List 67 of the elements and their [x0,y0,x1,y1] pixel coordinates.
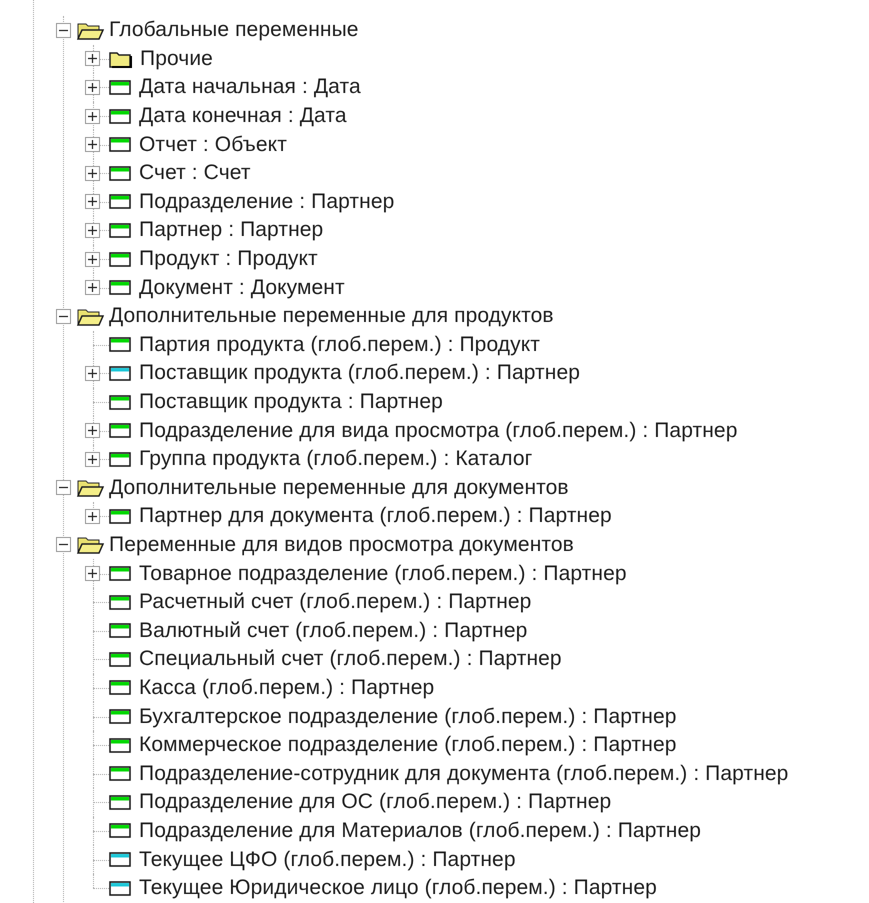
tree-item-label[interactable]: Отчет : Объект [139,132,287,157]
expand-button[interactable] [85,222,100,238]
expand-button[interactable] [85,452,100,467]
tree-item-label[interactable]: Партнер для документа (глоб.перем.) : Партнер [139,504,612,528]
expand-button[interactable] [85,508,100,524]
tree-item-label[interactable]: Подразделение для ОС (глоб.перем.) : Партнер [139,790,612,814]
tree-item-label[interactable]: Дополнительные переменные для документов [109,476,569,500]
open-folder-icon [77,20,104,40]
tree-item-label[interactable]: Счет : Счет [139,161,251,186]
expand-button[interactable] [85,366,100,381]
plus-icon [88,368,97,378]
plus-icon [88,140,97,150]
plus-icon [88,197,97,206]
tree-item-label[interactable]: Валютный счет (глоб.перем.) : Партнер [139,618,528,643]
expand-button[interactable] [85,252,100,267]
expand-button[interactable] [85,280,100,296]
collapse-button[interactable] [56,22,71,38]
tree-item-label[interactable]: Текущее Юридическое лицо (глоб.перем.) : Партнер [139,876,657,900]
tree-item-label[interactable]: Коммерческое подразделение (глоб.перем.) : Партнер [139,733,677,758]
tree-item-label[interactable]: Поставщик продукта : Партнер [139,390,443,414]
plus-icon [88,569,97,578]
open-folder-icon [77,535,104,554]
expand-button[interactable] [85,108,100,124]
tree-item-label[interactable]: Партия продукта (глоб.перем.) : Продукт [139,332,540,357]
plus-icon [88,454,97,464]
tree-item-label[interactable]: Глобальные переменные [109,18,359,42]
plus-icon [88,426,97,436]
tree-item-label[interactable]: Специальный счет (глоб.перем.) : Партнер [139,647,562,672]
expand-button[interactable] [85,423,100,438]
plus-icon [88,512,97,521]
tree-item-label[interactable]: Документ : Документ [139,276,345,300]
tree-item-label[interactable]: Касса (глоб.перем.) : Партнер [139,676,434,700]
plus-icon [88,254,97,264]
tree-item-label[interactable]: Подразделение-сотрудник для документа (глоб.перем.) : Партнер [139,762,788,786]
tree-item-label[interactable]: Расчетный счет (глоб.перем.) : Партнер [139,590,532,614]
tree-item-label[interactable]: Подразделение для Материалов (глоб.перем.) : Партнер [139,818,701,843]
expand-button[interactable] [85,194,100,210]
expand-button[interactable] [85,166,100,181]
tree-item-label[interactable]: Дополнительные переменные для продуктов [109,304,554,328]
tree-item-label[interactable]: Прочие [140,46,213,71]
collapse-button[interactable] [56,308,71,324]
tree-item-label[interactable]: Группа продукта (глоб.перем.) : Каталог [139,447,532,472]
tree-item-label[interactable]: Подразделение : Партнер [139,190,394,214]
collapse-button[interactable] [56,537,71,552]
tree-item-label[interactable]: Подразделение для вида просмотра (глоб.перем.) : Партнер [139,418,738,443]
tree-item-label[interactable]: Товарное подразделение (глоб.перем.) : Партнер [139,562,627,586]
open-folder-icon [77,478,104,498]
expand-button[interactable] [85,566,100,582]
tree-item-label[interactable]: Текущее ЦФО (глоб.перем.) : Партнер [139,848,516,872]
collapse-button[interactable] [56,480,71,496]
open-folder-icon [77,306,104,326]
plus-icon [88,112,97,121]
expand-button[interactable] [85,137,100,152]
plus-icon [88,283,97,292]
tree-item-label[interactable]: Бухгалтерское подразделение (глоб.перем.) : Партнер [139,704,677,729]
tree-item-label[interactable]: Дата конечная : Дата [139,104,347,128]
tree-item-label[interactable]: Продукт : Продукт [139,247,318,272]
tree-item-label[interactable]: Поставщик продукта (глоб.перем.) : Партнер [139,361,580,386]
tree-item-label[interactable]: Дата начальная : Дата [139,75,361,100]
plus-icon [88,226,97,235]
tree-item-label[interactable]: Партнер : Партнер [139,218,324,242]
plus-icon [88,82,97,92]
plus-icon [88,54,97,64]
expand-button[interactable] [85,51,100,66]
plus-icon [88,168,97,178]
expand-button[interactable] [85,80,100,95]
tree-item-label[interactable]: Переменные для видов просмотра документов [109,532,574,557]
